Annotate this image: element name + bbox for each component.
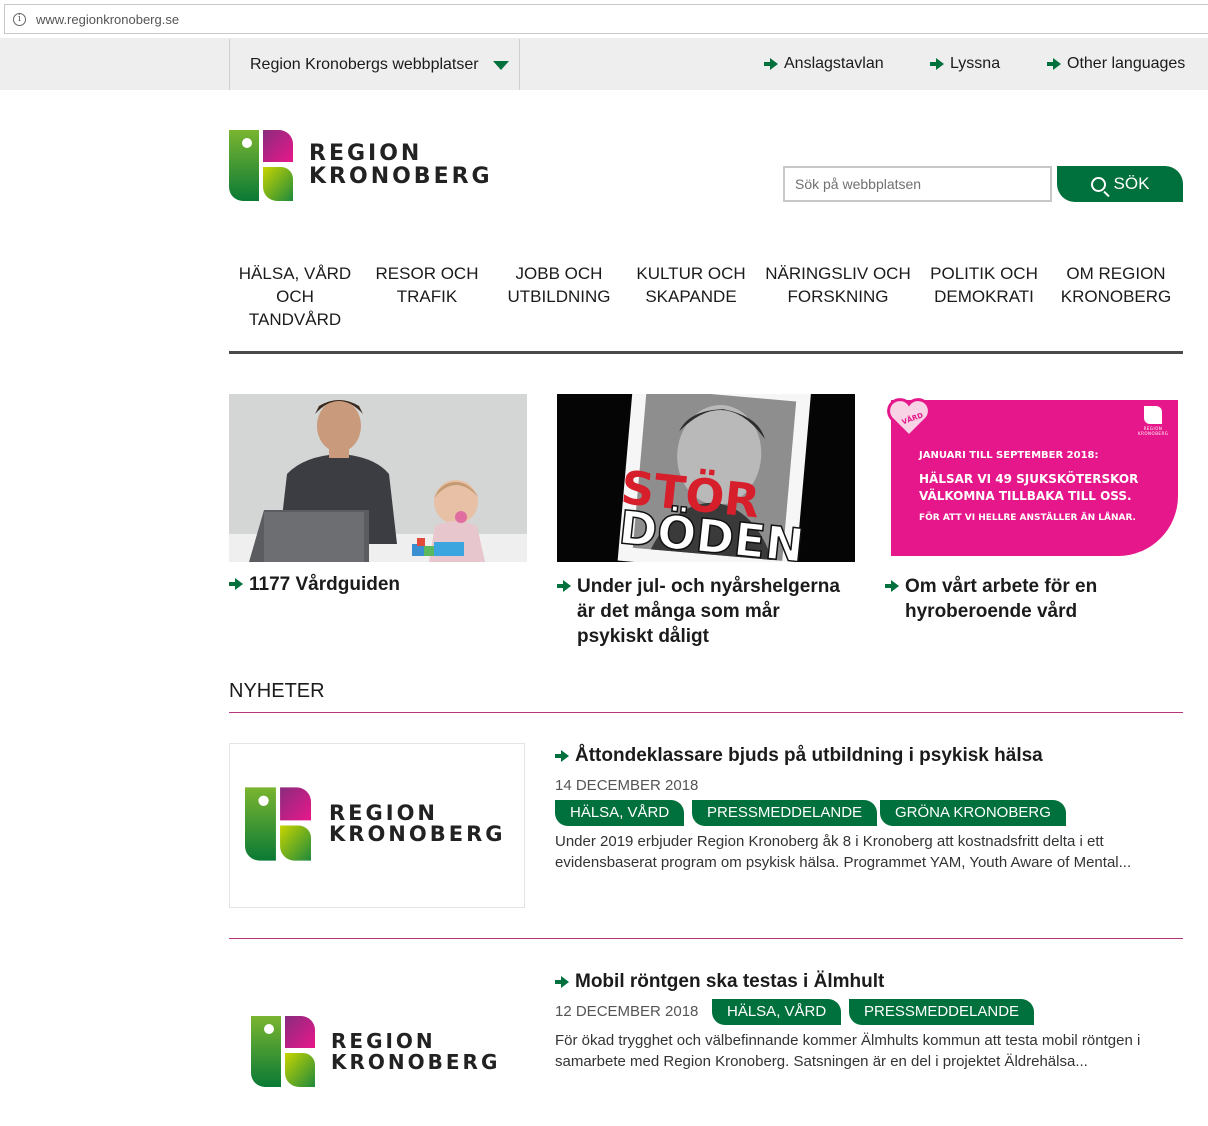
father-child-photo bbox=[229, 394, 527, 562]
browser-url-bar: i www.regionkronoberg.se bbox=[0, 0, 1208, 38]
promo-link-vardguiden-text: 1177 Vårdguiden bbox=[249, 574, 401, 595]
lyssna-link[interactable]: Lyssna bbox=[930, 55, 1000, 73]
news-date: 14 DECEMBER 2018 bbox=[555, 777, 699, 794]
news-title-link[interactable]: Åttondeklassare bjuds på utbildning i ps… bbox=[555, 745, 1043, 767]
banner-text: JANUARI TILL SEPTEMBER 2018: HÄLSAR VI 4… bbox=[919, 450, 1169, 523]
anslagstavlan-link[interactable]: Anslagstavlan bbox=[764, 55, 884, 73]
promo-image-hyroberoende[interactable]: JANUARI TILL SEPTEMBER 2018: HÄLSAR VI 4… bbox=[885, 394, 1183, 562]
banner-line1: JANUARI TILL SEPTEMBER 2018: bbox=[919, 450, 1099, 461]
news-divider bbox=[229, 938, 1183, 939]
mini-logo-mark-icon bbox=[1144, 406, 1162, 424]
news-excerpt: Under 2019 erbjuder Region Kronoberg åk … bbox=[555, 833, 1132, 871]
logo-mark-icon bbox=[251, 1016, 315, 1087]
tag-grona-kronoberg[interactable]: GRÖNA KRONOBERG bbox=[880, 800, 1066, 826]
news-title-link[interactable]: Mobil röntgen ska testas i Älmhult bbox=[555, 971, 884, 993]
tag-pressmeddelande[interactable]: PRESSMEDDELANDE bbox=[849, 999, 1035, 1025]
news-thumb-logo-text: REGION KRONOBERG bbox=[331, 1031, 500, 1072]
search-input[interactable] bbox=[783, 166, 1052, 202]
anslagstavlan-label: Anslagstavlan bbox=[784, 55, 884, 72]
logo-text-line1: REGION bbox=[309, 141, 423, 167]
arrow-right-icon bbox=[764, 58, 778, 70]
news-thumbnail[interactable]: REGION KRONOBERG bbox=[229, 743, 525, 908]
news-thumb-logo-line2: KRONOBERG bbox=[331, 1049, 501, 1074]
arrow-right-icon bbox=[1047, 58, 1061, 70]
search-icon bbox=[1090, 176, 1106, 192]
sites-dropdown[interactable]: Region Kronobergs webbplatser bbox=[229, 39, 520, 90]
promo-link-hyroberoende[interactable]: Om vårt arbete för en hyroberoende vård bbox=[885, 574, 1183, 624]
promo-link-vardguiden[interactable]: 1177 Vårdguiden bbox=[229, 572, 527, 597]
news-thumb-logo-line2: KRONOBERG bbox=[329, 822, 506, 846]
mini-logo-line2: KRONOBERG bbox=[1138, 431, 1169, 436]
arrow-right-icon bbox=[557, 580, 571, 592]
arrow-right-icon bbox=[930, 58, 944, 70]
search-button-label: SÖK bbox=[1113, 174, 1150, 193]
logo-mark-icon bbox=[229, 130, 293, 201]
promo-image-vardguiden[interactable] bbox=[229, 394, 527, 562]
news-excerpt: För ökad trygghet och välbefinnande komm… bbox=[555, 1032, 1141, 1070]
sites-dropdown-label: Region Kronobergs webbplatser bbox=[250, 55, 479, 73]
nav-item-halsa-vard[interactable]: HÄLSA, VÅRD OCH TANDVÅRD bbox=[237, 262, 353, 331]
news-date: 12 DECEMBER 2018 bbox=[555, 1003, 699, 1020]
logo-text-line2: KRONOBERG bbox=[309, 163, 493, 189]
nav-item-naringsliv-forskning[interactable]: NÄRINGSLIV OCH FORSKNING bbox=[764, 262, 912, 308]
arrow-right-icon bbox=[555, 750, 569, 762]
caret-down-icon bbox=[492, 61, 509, 70]
tag-pressmeddelande[interactable]: PRESSMEDDELANDE bbox=[692, 800, 878, 826]
arrow-right-icon bbox=[885, 580, 899, 592]
magenta-banner: JANUARI TILL SEPTEMBER 2018: HÄLSAR VI 4… bbox=[891, 400, 1178, 556]
other-languages-label: Other languages bbox=[1067, 55, 1186, 72]
nav-item-jobb-utbildning[interactable]: JOBB OCH UTBILDNING bbox=[500, 262, 618, 308]
news-divider bbox=[229, 712, 1183, 713]
news-thumb-logo-text: REGION KRONOBERG bbox=[329, 800, 506, 846]
nav-item-politik-demokrati[interactable]: POLITIK OCH DEMOKRATI bbox=[926, 262, 1042, 308]
promo-link-hyroberoende-text: Om vårt arbete för en hyroberoende vård bbox=[905, 576, 1098, 622]
promo-image-stor-doden[interactable]: STÖR DÖDEN bbox=[557, 394, 855, 562]
banner-mini-logo: REGION KRONOBERG bbox=[1138, 406, 1168, 436]
tag-halsa-vard[interactable]: HÄLSA, VÅRD bbox=[555, 800, 685, 826]
banner-line3: VÄLKOMNA TILLBAKA TILL OSS. bbox=[919, 489, 1132, 503]
news-heading: NYHETER bbox=[229, 680, 325, 702]
news-title-text: Åttondeklassare bjuds på utbildning i ps… bbox=[575, 745, 1043, 766]
news-thumb-logo-line1: REGION bbox=[329, 800, 438, 825]
address-field[interactable]: i www.regionkronoberg.se bbox=[4, 4, 1208, 34]
tag-halsa-vard[interactable]: HÄLSA, VÅRD bbox=[712, 999, 842, 1025]
heart-badge-icon: VÅRD bbox=[887, 398, 931, 439]
url-text[interactable]: www.regionkronoberg.se bbox=[36, 12, 179, 27]
news-title-text: Mobil röntgen ska testas i Älmhult bbox=[575, 971, 885, 992]
utility-bar: Region Kronobergs webbplatser Anslagstav… bbox=[0, 38, 1208, 90]
arrow-right-icon bbox=[229, 578, 243, 590]
info-icon[interactable]: i bbox=[13, 12, 26, 26]
banner-line4: FÖR ATT VI HELLRE ANSTÄLLER ÄN LÅNAR. bbox=[919, 513, 1136, 523]
logo-text: REGION KRONOBERG bbox=[309, 141, 493, 189]
logo-mark-icon bbox=[245, 787, 311, 861]
news-thumb-logo: REGION KRONOBERG bbox=[245, 787, 505, 861]
search-button[interactable]: SÖK bbox=[1057, 166, 1183, 202]
nav-item-om-region[interactable]: OM REGION KRONOBERG bbox=[1057, 262, 1175, 308]
nav-item-kultur-skapande[interactable]: KULTUR OCH SKAPANDE bbox=[633, 262, 749, 308]
nav-item-resor-trafik[interactable]: RESOR OCH TRAFIK bbox=[369, 262, 485, 308]
main-navigation: HÄLSA, VÅRD OCH TANDVÅRD RESOR OCH TRAFI… bbox=[229, 262, 1183, 354]
arrow-right-icon bbox=[555, 976, 569, 988]
promo-link-julhelger[interactable]: Under jul- och nyårshelgerna är det mång… bbox=[557, 574, 855, 649]
site-logo[interactable]: REGION KRONOBERG bbox=[229, 130, 493, 201]
promo-link-julhelger-text: Under jul- och nyårshelgerna är det mång… bbox=[577, 576, 840, 647]
stor-doden-poster: STÖR DÖDEN bbox=[557, 394, 855, 562]
news-thumb-logo-line1: REGION bbox=[331, 1029, 436, 1054]
other-languages-link[interactable]: Other languages bbox=[1047, 55, 1185, 73]
banner-line2: HÄLSAR VI 49 SJUKSKÖTERSKOR bbox=[919, 472, 1139, 486]
news-thumbnail[interactable]: REGION KRONOBERG bbox=[229, 969, 525, 1126]
news-thumb-logo: REGION KRONOBERG bbox=[251, 1016, 500, 1087]
lyssna-label: Lyssna bbox=[950, 55, 1001, 72]
